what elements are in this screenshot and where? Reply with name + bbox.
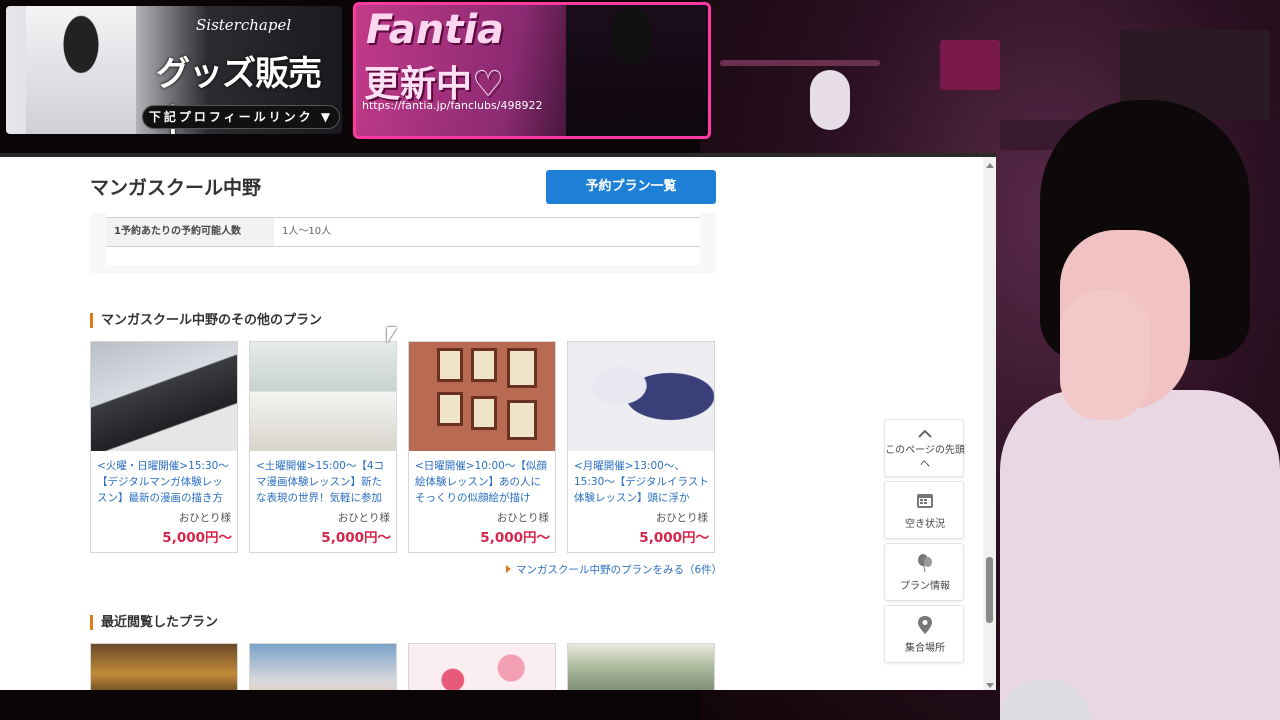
- recent-plan-card[interactable]: [249, 643, 397, 690]
- plan-card[interactable]: <日曜開催>10:00〜【似顔絵体験レッスン】あの人にそっくりの似顔絵が描ける！…: [408, 341, 556, 553]
- plan-meta: おひとり様: [178, 512, 231, 524]
- recent-plan-card[interactable]: [90, 643, 238, 690]
- plan-card[interactable]: <土曜開催>15:00〜【4コマ漫画体験レッスン】新たな表現の世界！気軽に参加し…: [249, 341, 397, 553]
- scroll-up-icon[interactable]: [986, 163, 994, 168]
- plan-photo[interactable]: [568, 342, 714, 451]
- plan-price: 5,000円〜: [480, 530, 550, 546]
- fantia-banner: Fantia 更新中♡ https://fantia.jp/fanclubs/4…: [353, 2, 711, 139]
- banner-photo: [566, 5, 708, 136]
- side-nav-label: このページの先頭へ: [885, 445, 965, 470]
- plan-title[interactable]: <火曜・日曜開催>15:30〜【デジタルマンガ体験レッスン】最新の漫画の描き方を…: [97, 458, 233, 506]
- see-more-plans-link[interactable]: マンガスクール中野のプランをみる（6件）: [506, 562, 722, 577]
- goods-sale-banner: Sisterchapel グッズ販売中 下記プロフィールリンク ▼: [6, 6, 342, 134]
- floating-side-nav: このページの先頭へ 空き状況 プラン情報 集合場所: [884, 419, 965, 663]
- see-more-label[interactable]: マンガスクール中野のプランをみる（6件）: [516, 564, 722, 576]
- plan-card[interactable]: <火曜・日曜開催>15:30〜【デジタルマンガ体験レッスン】最新の漫画の描き方を…: [90, 341, 238, 553]
- recent-plan-card[interactable]: [567, 643, 715, 690]
- map-pin-icon: [918, 616, 932, 634]
- plan-info-button[interactable]: プラン情報: [884, 543, 964, 601]
- chevron-up-icon: [918, 429, 932, 438]
- streamer-webcam: [1000, 90, 1280, 720]
- profile-link-pill: 下記プロフィールリンク ▼: [142, 105, 340, 129]
- banner-photo: [26, 6, 136, 134]
- reservation-plans-button[interactable]: 予約プラン一覧: [546, 170, 716, 204]
- info-table: 1予約あたりの予約可能人数 1人〜10人: [90, 213, 716, 273]
- info-key: 1予約あたりの予約可能人数: [106, 218, 274, 246]
- scroll-down-icon[interactable]: [986, 683, 994, 688]
- meeting-place-button[interactable]: 集合場所: [884, 605, 964, 663]
- plan-photo[interactable]: [250, 342, 396, 451]
- back-to-top-button[interactable]: このページの先頭へ: [884, 419, 965, 477]
- info-value: 1人〜10人: [282, 226, 332, 237]
- recent-plan-card[interactable]: [408, 643, 556, 690]
- plan-meta: おひとり様: [496, 512, 549, 524]
- side-nav-label: 集合場所: [905, 643, 945, 654]
- triangle-right-icon: [506, 565, 511, 573]
- page-title: マンガスクール中野: [90, 177, 262, 199]
- plan-price: 5,000円〜: [321, 530, 391, 546]
- fantia-url: https://fantia.jp/fanclubs/498922: [362, 99, 543, 112]
- plan-photo[interactable]: [409, 342, 555, 451]
- browser-viewport: マンガスクール中野 予約プラン一覧 1予約あたりの予約可能人数 1人〜10人 マ…: [0, 153, 996, 690]
- plan-title[interactable]: <日曜開催>10:00〜【似顔絵体験レッスン】あの人にそっくりの似顔絵が描ける！…: [415, 458, 551, 506]
- other-plans-heading: マンガスクール中野のその他のプラン: [90, 313, 322, 328]
- brand-logo: Sisterchapel: [196, 16, 292, 34]
- calendar-icon: [917, 494, 933, 508]
- plan-title[interactable]: <月曜開催>13:00〜、15:30〜【デジタルイラスト体験レッスン】頭に浮かん…: [574, 458, 710, 506]
- plan-price: 5,000円〜: [162, 530, 232, 546]
- side-nav-label: 空き状況: [905, 519, 945, 530]
- scrollbar-thumb[interactable]: [986, 557, 993, 623]
- plan-meta: おひとり様: [337, 512, 390, 524]
- fantia-logo: Fantia: [366, 7, 505, 53]
- info-row: 1予約あたりの予約可能人数 1人〜10人: [106, 217, 700, 247]
- plan-meta: おひとり様: [655, 512, 708, 524]
- availability-button[interactable]: 空き状況: [884, 481, 964, 539]
- plan-title[interactable]: <土曜開催>15:00〜【4コマ漫画体験レッスン】新たな表現の世界！気軽に参加し…: [256, 458, 392, 506]
- plan-price: 5,000円〜: [639, 530, 709, 546]
- recent-plans-heading: 最近閲覧したプラン: [90, 615, 218, 630]
- stream-frame: Sisterchapel グッズ販売中 下記プロフィールリンク ▼ Fantia…: [0, 0, 1280, 720]
- side-nav-label: プラン情報: [900, 581, 950, 592]
- balloon-icon: [918, 554, 932, 573]
- plan-card[interactable]: <月曜開催>13:00〜、15:30〜【デジタルイラスト体験レッスン】頭に浮かん…: [567, 341, 715, 553]
- mouse-cursor: [387, 327, 397, 343]
- scrollbar[interactable]: [983, 157, 996, 690]
- plan-photo[interactable]: [91, 342, 237, 451]
